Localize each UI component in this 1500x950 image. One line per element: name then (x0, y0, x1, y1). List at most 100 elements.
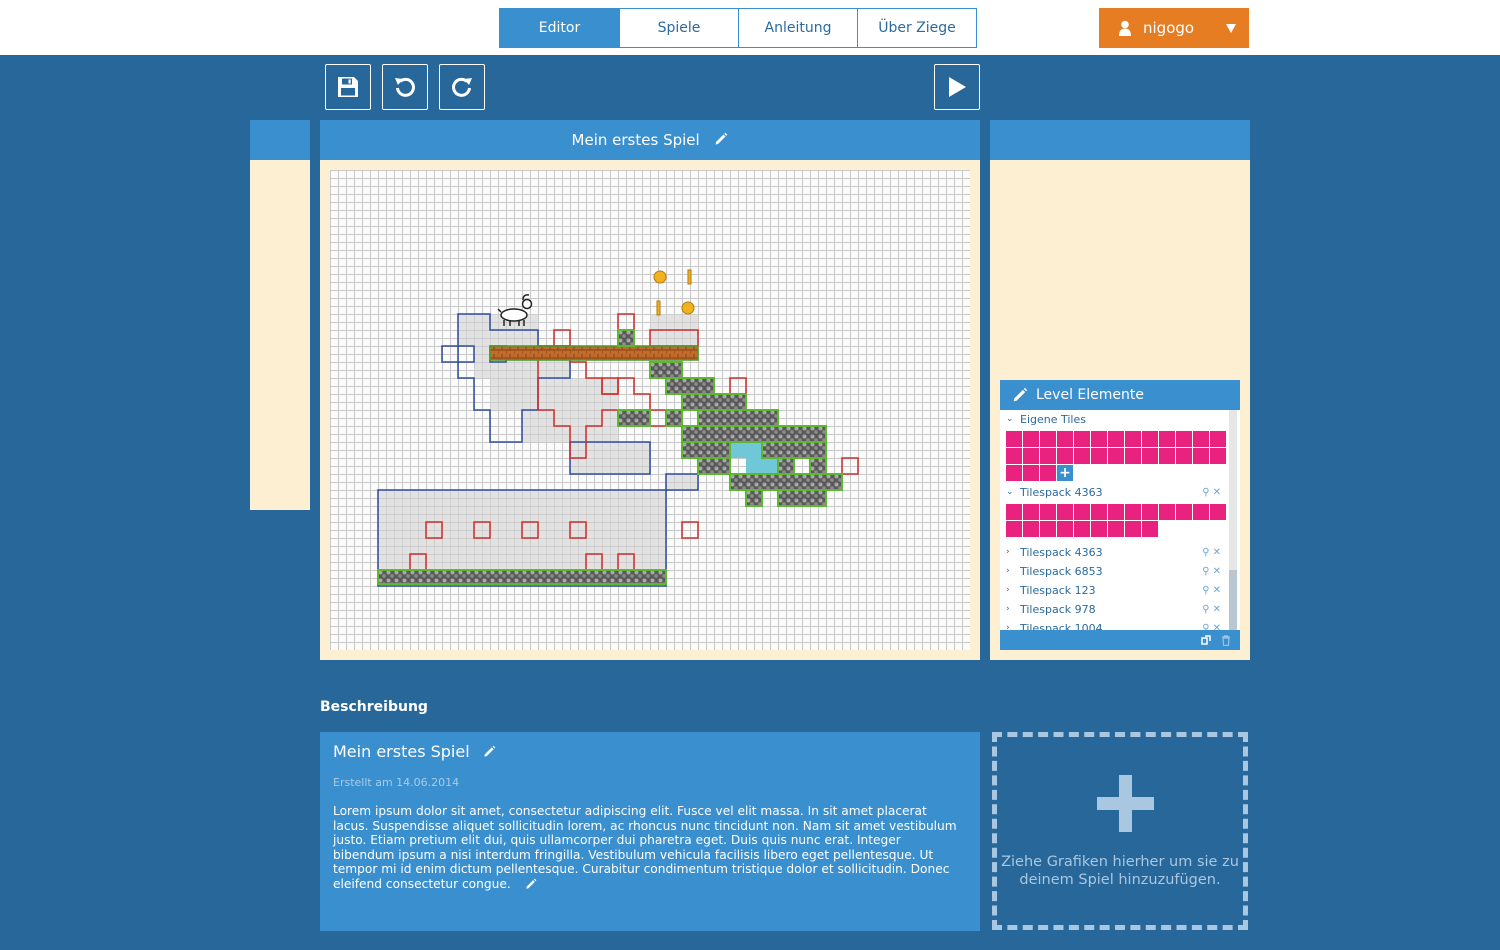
tilespack-item[interactable]: › Tilespack 1004 ⚲✕ (1000, 619, 1228, 630)
tile[interactable] (1040, 431, 1056, 447)
play-button[interactable] (934, 64, 980, 110)
tile[interactable] (1142, 521, 1158, 537)
tab-anleitung[interactable]: Anleitung (738, 9, 857, 47)
level-elements-scrollbar[interactable] (1229, 410, 1237, 630)
tile[interactable] (1142, 448, 1158, 464)
tile[interactable] (1023, 521, 1039, 537)
level-elements-list[interactable]: ⌄ Eigene Tiles + ⌄ Tilespack 4363 ⚲✕ › T… (1000, 410, 1228, 630)
tile[interactable] (1023, 431, 1039, 447)
tile[interactable] (1125, 521, 1141, 537)
add-tile-button[interactable]: + (1057, 465, 1073, 481)
tile[interactable] (1193, 431, 1209, 447)
save-button[interactable] (325, 64, 371, 110)
tile[interactable] (1040, 504, 1056, 520)
pack-actions-icons[interactable]: ⚲✕ (1202, 483, 1224, 502)
tile[interactable] (1091, 448, 1107, 464)
description-title: Mein erstes Spiel (333, 742, 496, 761)
pack-actions-icons[interactable]: ⚲✕ (1202, 562, 1224, 581)
tile[interactable] (1210, 504, 1226, 520)
tile[interactable] (1159, 448, 1175, 464)
tile[interactable] (1040, 521, 1056, 537)
tile[interactable] (1125, 431, 1141, 447)
tile[interactable] (1040, 448, 1056, 464)
tile[interactable] (1023, 504, 1039, 520)
tile[interactable] (1125, 448, 1141, 464)
pencil-icon[interactable] (525, 878, 537, 890)
tile[interactable] (1159, 504, 1175, 520)
level-canvas[interactable] (330, 170, 970, 650)
description-label: Beschreibung (320, 699, 428, 715)
tile[interactable] (1108, 521, 1124, 537)
chevron-right-icon: › (1006, 623, 1010, 630)
tilespack-item[interactable]: › Tilespack 4363 ⚲✕ (1000, 543, 1228, 562)
pencil-icon[interactable] (483, 745, 496, 758)
new-item-icon[interactable] (1201, 635, 1211, 645)
tile[interactable] (1108, 448, 1124, 464)
chevron-down-icon (1226, 24, 1236, 33)
user-name: nigogo (1143, 19, 1195, 37)
tile[interactable] (1142, 504, 1158, 520)
tile[interactable] (1125, 504, 1141, 520)
pack-actions-icons[interactable]: ⚲✕ (1202, 581, 1224, 600)
tab-ueber-ziege[interactable]: Über Ziege (857, 9, 976, 47)
created-date: Erstellt am 14.06.2014 (333, 776, 460, 789)
undo-button[interactable] (382, 64, 428, 110)
pack-actions-icons[interactable]: ⚲✕ (1202, 543, 1224, 562)
redo-button[interactable] (439, 64, 485, 110)
chevron-right-icon: › (1006, 585, 1010, 595)
tab-editor[interactable]: Editor (500, 9, 619, 47)
tile[interactable] (1074, 448, 1090, 464)
tile[interactable] (1091, 431, 1107, 447)
pencil-icon[interactable] (714, 132, 728, 146)
tile[interactable] (1210, 448, 1226, 464)
tile[interactable] (1006, 431, 1022, 447)
tab-spiele[interactable]: Spiele (619, 9, 738, 47)
user-menu-button[interactable]: nigogo (1099, 8, 1249, 48)
tile[interactable] (1057, 431, 1073, 447)
main-nav-tabs: Editor Spiele Anleitung Über Ziege (499, 8, 977, 48)
own-tiles-grid: + (1006, 431, 1228, 481)
tilespack-item[interactable]: › Tilespack 123 ⚲✕ (1000, 581, 1228, 600)
tile[interactable] (1176, 448, 1192, 464)
tile[interactable] (1040, 465, 1056, 481)
tile[interactable] (1176, 431, 1192, 447)
tile[interactable] (1091, 521, 1107, 537)
tile[interactable] (1057, 448, 1073, 464)
own-tiles-group[interactable]: ⌄ Eigene Tiles (1000, 410, 1228, 429)
tile[interactable] (1159, 431, 1175, 447)
play-icon (949, 77, 966, 97)
tile[interactable] (1006, 504, 1022, 520)
tilespack-group-open[interactable]: ⌄ Tilespack 4363 ⚲✕ (1000, 483, 1228, 502)
tile[interactable] (1057, 504, 1073, 520)
save-icon (338, 77, 358, 97)
dropzone-text: Ziehe Grafiken hierher um sie zu deinem … (1001, 854, 1239, 888)
tile[interactable] (1193, 448, 1209, 464)
tilespack-item[interactable]: › Tilespack 6853 ⚲✕ (1000, 562, 1228, 581)
tile[interactable] (1108, 431, 1124, 447)
pack-actions-icons[interactable]: ⚲✕ (1202, 619, 1224, 630)
tile[interactable] (1142, 431, 1158, 447)
tile[interactable] (1074, 431, 1090, 447)
tile[interactable] (1210, 431, 1226, 447)
tile[interactable] (1176, 504, 1192, 520)
trash-icon[interactable] (1221, 635, 1231, 646)
tile[interactable] (1023, 465, 1039, 481)
tile[interactable] (1057, 521, 1073, 537)
tile[interactable] (1108, 504, 1124, 520)
tile[interactable] (1074, 521, 1090, 537)
tile[interactable] (1006, 521, 1022, 537)
tile[interactable] (1006, 448, 1022, 464)
tile[interactable] (1023, 448, 1039, 464)
graphics-dropzone[interactable]: Ziehe Grafiken hierher um sie zu deinem … (992, 732, 1248, 930)
plus-icon (1097, 775, 1154, 832)
scrollbar-thumb[interactable] (1229, 570, 1237, 630)
tile[interactable] (1193, 504, 1209, 520)
chevron-right-icon: › (1006, 604, 1010, 614)
left-panel (250, 160, 310, 510)
tile[interactable] (1006, 465, 1022, 481)
tile[interactable] (1074, 504, 1090, 520)
tile[interactable] (1091, 504, 1107, 520)
tilespack-item[interactable]: › Tilespack 978 ⚲✕ (1000, 600, 1228, 619)
top-bar: Editor Spiele Anleitung Über Ziege nigog… (0, 0, 1500, 55)
pack-actions-icons[interactable]: ⚲✕ (1202, 600, 1224, 619)
